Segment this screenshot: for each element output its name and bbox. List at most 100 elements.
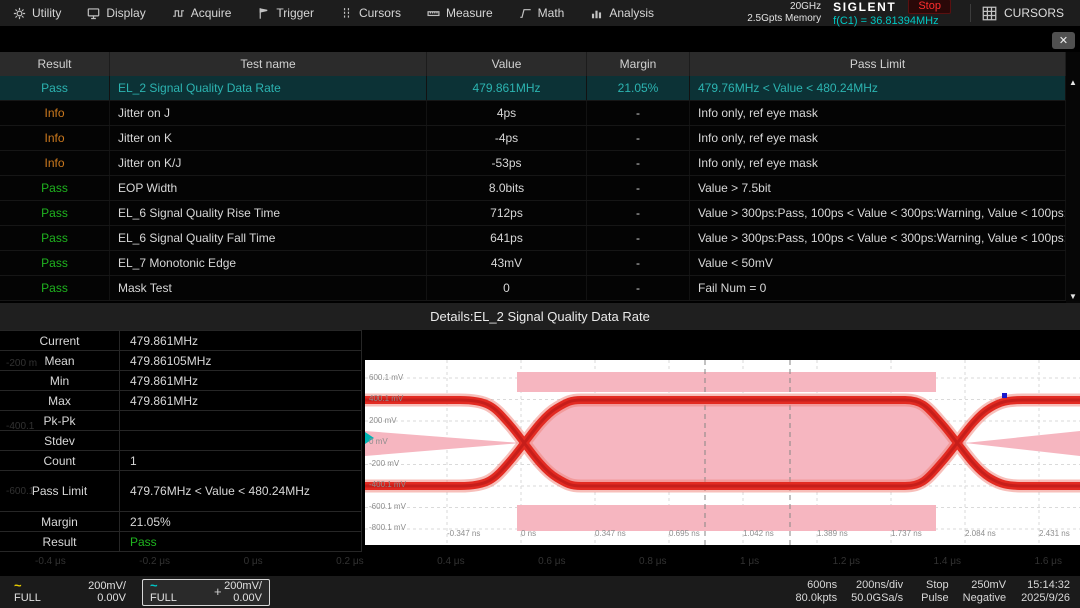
- menu-item[interactable]: Math: [506, 0, 578, 26]
- brand-block: SIGLENT Stop f(C1) = 36.81394MHz: [833, 0, 951, 27]
- test-name-cell: EL_6 Signal Quality Rise Time: [110, 201, 427, 225]
- oscilloscope-screen: Utility Display Acquire Trigger: [0, 0, 1080, 608]
- siglent-logo: SIGLENT: [833, 0, 896, 14]
- scrollbar[interactable]: ▲ ▼: [1066, 52, 1080, 304]
- details-label: Current: [0, 331, 120, 350]
- margin-cell: -: [587, 151, 690, 175]
- bottom-right-status: 600ns 200ns/div 80.0kpts 50.0GSa/s Stop …: [789, 579, 1074, 605]
- value-cell: 712ps: [427, 201, 587, 225]
- channel-chip[interactable]: ~200mV/ FULL0.00V: [142, 579, 270, 606]
- measure-icon: [427, 7, 440, 20]
- result-cell: Info: [0, 151, 110, 175]
- pass-limit-cell: Info only, ref eye mask: [690, 126, 1066, 150]
- margin-cell: -: [587, 101, 690, 125]
- value-cell: 8.0bits: [427, 176, 587, 200]
- test-name-cell: EL_2 Signal Quality Data Rate: [110, 76, 427, 100]
- trigger-slope: Negative: [963, 592, 1006, 605]
- value-cell: 43mV: [427, 251, 587, 275]
- channel-chip[interactable]: ~200mV/ FULL0.00V: [6, 579, 134, 606]
- details-value: 479.861MHz: [120, 331, 361, 350]
- eye-diagram-plot: [365, 360, 1080, 545]
- menu-item-label: Trigger: [276, 6, 314, 20]
- pass-limit-cell: Value < 50mV: [690, 251, 1066, 275]
- display-icon: [87, 7, 100, 20]
- details-value: [120, 411, 361, 430]
- margin-cell: -: [587, 126, 690, 150]
- details-row: Min 479.861MHz: [0, 371, 362, 391]
- menu-item[interactable]: Trigger: [244, 0, 327, 26]
- table-row[interactable]: Pass EL_6 Signal Quality Fall Time 641ps…: [0, 226, 1066, 251]
- menu-item[interactable]: Measure: [414, 0, 506, 26]
- scroll-down-icon[interactable]: ▼: [1069, 292, 1077, 301]
- clock: 15:14:32 2025/9/26: [1017, 579, 1074, 605]
- acquisition-info: 20GHz 2.5Gpts Memory: [747, 1, 821, 25]
- details-value: [120, 431, 361, 450]
- trigger-icon: [257, 7, 270, 20]
- details-title: Details:EL_2 Signal Quality Data Rate: [0, 303, 1080, 330]
- scroll-up-icon[interactable]: ▲: [1069, 78, 1077, 87]
- menu-item[interactable]: Analysis: [577, 0, 667, 26]
- pass-limit-cell: Value > 300ps:Pass, 100ps < Value < 300p…: [690, 226, 1066, 250]
- results-table-body: Pass EL_2 Signal Quality Data Rate 479.8…: [0, 76, 1066, 301]
- value-cell: 4ps: [427, 101, 587, 125]
- table-row[interactable]: Pass EL_7 Monotonic Edge 43mV - Value < …: [0, 251, 1066, 276]
- time-label: 15:14:32: [1021, 579, 1070, 592]
- menubar-status: 20GHz 2.5Gpts Memory SIGLENT Stop f(C1) …: [747, 0, 1080, 26]
- result-cell: Info: [0, 126, 110, 150]
- details-value: Pass: [120, 532, 361, 551]
- table-row[interactable]: Pass EOP Width 8.0bits - Value > 7.5bit: [0, 176, 1066, 201]
- test-name-cell: EL_6 Signal Quality Fall Time: [110, 226, 427, 250]
- column-header: Test name: [110, 52, 427, 76]
- divider: [970, 4, 971, 22]
- details-row: Margin 21.05%: [0, 512, 362, 532]
- sample-rate: 50.0GSa/s: [851, 592, 903, 605]
- trigger-status[interactable]: Stop 250mV Pulse Negative: [914, 579, 1013, 605]
- value-cell: 0: [427, 276, 587, 300]
- channel-trace-icon: ~: [14, 580, 22, 592]
- column-header: Result: [0, 52, 110, 76]
- details-label: Pk-Pk: [0, 411, 120, 430]
- details-row: Count 1: [0, 451, 362, 471]
- menu-item[interactable]: Cursors: [327, 0, 414, 26]
- margin-cell: 21.05%: [587, 76, 690, 100]
- details-value: 1: [120, 451, 361, 470]
- cursors-button-label: CURSORS: [1004, 6, 1064, 20]
- menu-item[interactable]: Display: [74, 0, 158, 26]
- table-row[interactable]: Info Jitter on J 4ps - Info only, ref ey…: [0, 101, 1066, 126]
- date-label: 2025/9/26: [1021, 592, 1070, 605]
- close-icon[interactable]: ✕: [1052, 32, 1075, 49]
- details-section: Current 479.861MHz Mean 479.86105MHz Min…: [0, 330, 1080, 575]
- result-cell: Pass: [0, 201, 110, 225]
- menu-item[interactable]: Acquire: [159, 0, 245, 26]
- table-row[interactable]: Info Jitter on K -4ps - Info only, ref e…: [0, 126, 1066, 151]
- table-row[interactable]: Info Jitter on K/J -53ps - Info only, re…: [0, 151, 1066, 176]
- menu-item[interactable]: Utility: [0, 0, 74, 26]
- run-state-button[interactable]: Stop: [908, 0, 951, 14]
- margin-cell: -: [587, 176, 690, 200]
- timebase-points: 80.0kpts: [796, 592, 838, 605]
- table-row[interactable]: Pass EL_2 Signal Quality Data Rate 479.8…: [0, 76, 1066, 101]
- grid-icon: [982, 6, 997, 21]
- pass-limit-cell: Value > 300ps:Pass, 100ps < Value < 300p…: [690, 201, 1066, 225]
- memory-label: 2.5Gpts Memory: [747, 13, 821, 25]
- pass-limit-cell: Info only, ref eye mask: [690, 101, 1066, 125]
- menu-bar: Utility Display Acquire Trigger: [0, 0, 1080, 27]
- menu-item-label: Analysis: [609, 6, 654, 20]
- eye-diagram: 600.1 mV400.1 mV200 mV0 mV-200 mV-400.1 …: [365, 360, 1080, 545]
- table-row[interactable]: Pass EL_6 Signal Quality Rise Time 712ps…: [0, 201, 1066, 226]
- cursors-button[interactable]: CURSORS: [982, 6, 1080, 21]
- value-cell: 479.861MHz: [427, 76, 587, 100]
- value-cell: -53ps: [427, 151, 587, 175]
- margin-cell: -: [587, 201, 690, 225]
- column-header: Value: [427, 52, 587, 76]
- trigger-state: Stop: [921, 579, 949, 592]
- details-value: 479.76MHz < Value < 480.24MHz: [120, 471, 361, 511]
- crosshair-icon: +: [214, 584, 222, 599]
- details-label: Mean: [0, 351, 120, 370]
- details-row: Result Pass: [0, 532, 362, 552]
- timebase-status[interactable]: 600ns 200ns/div 80.0kpts 50.0GSa/s: [789, 579, 911, 605]
- results-table-header: ResultTest nameValueMarginPass Limit: [0, 52, 1066, 76]
- table-row[interactable]: Pass Mask Test 0 - Fail Num = 0: [0, 276, 1066, 301]
- trigger-level: 250mV: [963, 579, 1006, 592]
- test-name-cell: EL_7 Monotonic Edge: [110, 251, 427, 275]
